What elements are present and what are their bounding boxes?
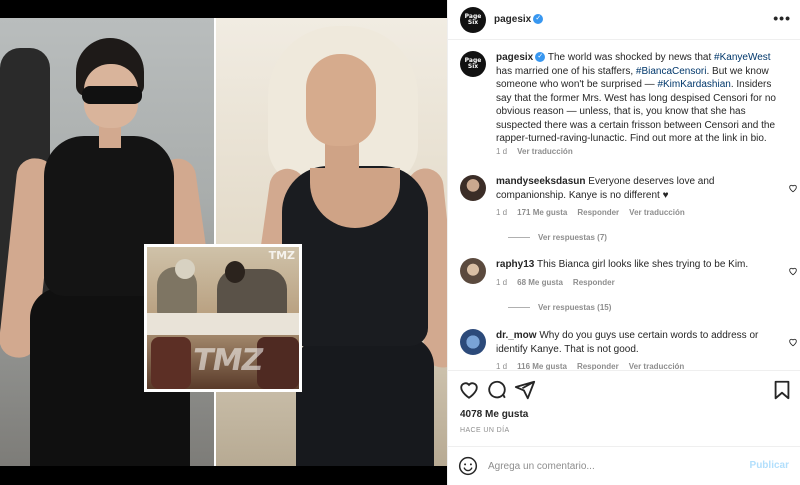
inset-table [147, 313, 299, 335]
comment-composer: Publicar [448, 446, 800, 485]
comment-meta: 1 d 116 Me gusta Responder Ver traducción [496, 362, 694, 370]
post-media: TMZ TMZ [0, 0, 447, 485]
hashtag-kanyewest[interactable]: #KanyeWest [714, 52, 771, 63]
account-avatar-text: Page Six [464, 13, 482, 26]
comment-meta: 1 d 171 Me gusta Responder Ver traducción [496, 208, 695, 217]
collage-divider [214, 18, 216, 466]
comment-text: dr._mow Why do you guys use certain word… [496, 329, 786, 356]
comment-input[interactable] [488, 457, 738, 475]
tmz-corner-logo: TMZ [268, 249, 295, 262]
view-replies-button[interactable]: Ver respuestas (7) [508, 233, 607, 242]
account-name-row: pagesix ✓ [494, 14, 544, 25]
comment-likes[interactable]: 68 Me gusta [517, 278, 563, 287]
inset-person-right-head [225, 261, 245, 283]
post-timestamp: HACE UN DÍA [460, 427, 510, 434]
comment-text: mandyseeksdasun Everyone deserves love a… [496, 175, 786, 202]
commenter-avatar[interactable] [460, 258, 486, 284]
comment-bubble-icon[interactable] [486, 379, 508, 401]
inset-photo-content: TMZ TMZ [147, 247, 299, 389]
comment-text: raphy13 This Bianca girl looks like shes… [496, 258, 786, 272]
post-actions: 4078 Me gusta HACE UN DÍA [448, 370, 800, 440]
translate-link[interactable]: Ver traducción [629, 208, 685, 217]
like-comment-heart-icon[interactable] [788, 183, 798, 193]
reply-button[interactable]: Responder [577, 208, 619, 217]
instagram-post-view: TMZ TMZ Page Six pagesix ✓ ••• Page Six p… [0, 0, 800, 485]
account-username[interactable]: pagesix [494, 14, 531, 25]
post-header: Page Six pagesix ✓ ••• [448, 0, 800, 40]
comment-age: 1 d [496, 208, 508, 217]
commenter-avatar[interactable] [460, 329, 486, 355]
figure-right-face [306, 54, 376, 146]
comment-age: 1 d [496, 362, 508, 370]
like-heart-icon[interactable] [458, 379, 480, 401]
caption-part-1: The world was shocked by news that [545, 52, 715, 63]
caption-avatar[interactable]: Page Six [460, 51, 486, 77]
comment-meta: 1 d 68 Me gusta Responder [496, 278, 625, 287]
reply-button[interactable]: Responder [573, 278, 615, 287]
sunglasses [82, 86, 142, 104]
comment-likes[interactable]: 171 Me gusta [517, 208, 567, 217]
like-comment-heart-icon[interactable] [788, 266, 798, 276]
view-replies-button[interactable]: Ver respuestas (15) [508, 303, 611, 312]
inset-photo: TMZ TMZ [144, 244, 302, 392]
comment-username[interactable]: dr._mow [496, 330, 537, 341]
reply-button[interactable]: Responder [577, 362, 619, 370]
comment-username[interactable]: raphy13 [496, 259, 534, 270]
comment-age: 1 d [496, 278, 508, 287]
post-photo[interactable] [0, 18, 447, 466]
post-side-panel: Page Six pagesix ✓ ••• Page Six pagesix ✓ … [447, 0, 800, 485]
figure-right-legs [296, 336, 434, 466]
share-paper-plane-icon[interactable] [514, 379, 536, 401]
comment-username[interactable]: mandyseeksdasun [496, 176, 586, 187]
caption-part-2: has married one of his staffers, [496, 65, 636, 77]
comments-scroll-area[interactable]: Page Six pagesix ✓ The world was shocked … [448, 40, 800, 370]
comment-body: This Bianca girl looks like shes trying … [536, 259, 749, 270]
translate-link[interactable]: Ver traducción [629, 362, 685, 370]
verified-badge-icon: ✓ [535, 52, 546, 63]
publish-button[interactable]: Publicar [750, 460, 789, 471]
caption-avatar-text: Page Six [464, 57, 482, 70]
account-avatar[interactable]: Page Six [460, 7, 486, 33]
caption-meta: 1 d Ver traducción [496, 147, 583, 156]
comment-likes[interactable]: 116 Me gusta [517, 362, 567, 370]
verified-badge-icon: ✓ [533, 14, 544, 25]
caption-text: pagesix ✓ The world was shocked by news t… [496, 51, 786, 146]
caption-age: 1 d [496, 147, 508, 156]
tmz-watermark: TMZ [189, 343, 266, 378]
save-bookmark-icon[interactable] [771, 379, 793, 401]
likes-count[interactable]: 4078 Me gusta [460, 409, 528, 420]
hashtag-biancacensori[interactable]: #BiancaCensori [636, 66, 707, 77]
caption-translate-link[interactable]: Ver traducción [517, 147, 573, 156]
caption-username[interactable]: pagesix [496, 52, 533, 63]
inset-person-left-head [175, 259, 195, 279]
emoji-smiley-icon[interactable] [458, 456, 478, 476]
more-options-icon[interactable]: ••• [773, 10, 791, 26]
inset-seat-left [151, 337, 191, 389]
like-comment-heart-icon[interactable] [788, 337, 798, 347]
commenter-avatar[interactable] [460, 175, 486, 201]
hashtag-kimkardashian[interactable]: #KimKardashian [657, 79, 730, 90]
